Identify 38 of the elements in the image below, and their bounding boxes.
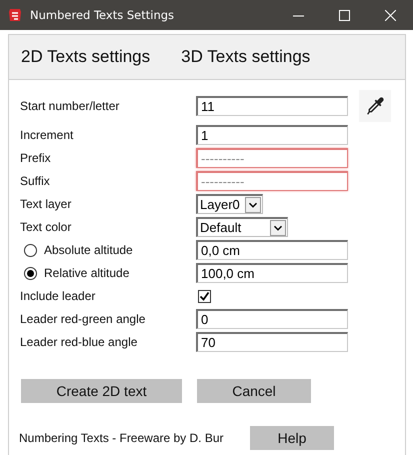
- maximize-icon: [338, 10, 350, 20]
- field-label: Text layer: [20, 197, 72, 211]
- tab[interactable]: 2D Texts settings: [21, 47, 150, 67]
- field-label: Suffix: [20, 174, 51, 188]
- checkbox[interactable]: [198, 290, 211, 302]
- close-icon: [384, 10, 396, 20]
- input-field[interactable]: 0,0 cm: [196, 240, 348, 260]
- eyedropper-button[interactable]: [359, 90, 391, 122]
- input-field[interactable]: 0: [196, 309, 348, 329]
- input-field[interactable]: ----------: [196, 171, 348, 191]
- help-button[interactable]: Help: [250, 426, 334, 450]
- create-button[interactable]: Create 2D text: [21, 379, 182, 403]
- field-label: Leader red-green angle: [20, 312, 146, 326]
- field-label: Include leader: [20, 289, 96, 303]
- field-label: Leader red-blue angle: [20, 335, 138, 349]
- field-label: Absolute altitude: [44, 243, 133, 257]
- input-field[interactable]: ----------: [196, 148, 348, 168]
- tab[interactable]: 3D Texts settings: [181, 47, 310, 67]
- input-field[interactable]: 100,0 cm: [196, 263, 348, 283]
- app-logo-icon: [7, 7, 23, 23]
- caret-icon: [270, 220, 286, 236]
- window-title: Numbered Texts Settings: [30, 8, 176, 22]
- eyedropper-icon: [364, 95, 386, 117]
- input-field[interactable]: 1: [196, 125, 348, 145]
- radio-button[interactable]: [24, 244, 37, 256]
- field-label: Text color: [20, 220, 72, 234]
- cancel-button[interactable]: Cancel: [197, 379, 311, 403]
- field-label: Start number/letter: [20, 99, 120, 113]
- field-label: Increment: [20, 128, 74, 142]
- field-label: Relative altitude: [44, 266, 130, 280]
- input-field[interactable]: 11: [196, 96, 348, 116]
- caret-icon: [245, 196, 261, 212]
- radio-button[interactable]: [24, 266, 37, 280]
- dropdown[interactable]: Layer0: [196, 194, 263, 214]
- input-field[interactable]: 70: [196, 332, 348, 352]
- footer-text: Numbering Texts - Freeware by D. Bur: [19, 431, 225, 445]
- dropdown[interactable]: Default: [196, 217, 288, 237]
- field-label: Prefix: [20, 151, 52, 165]
